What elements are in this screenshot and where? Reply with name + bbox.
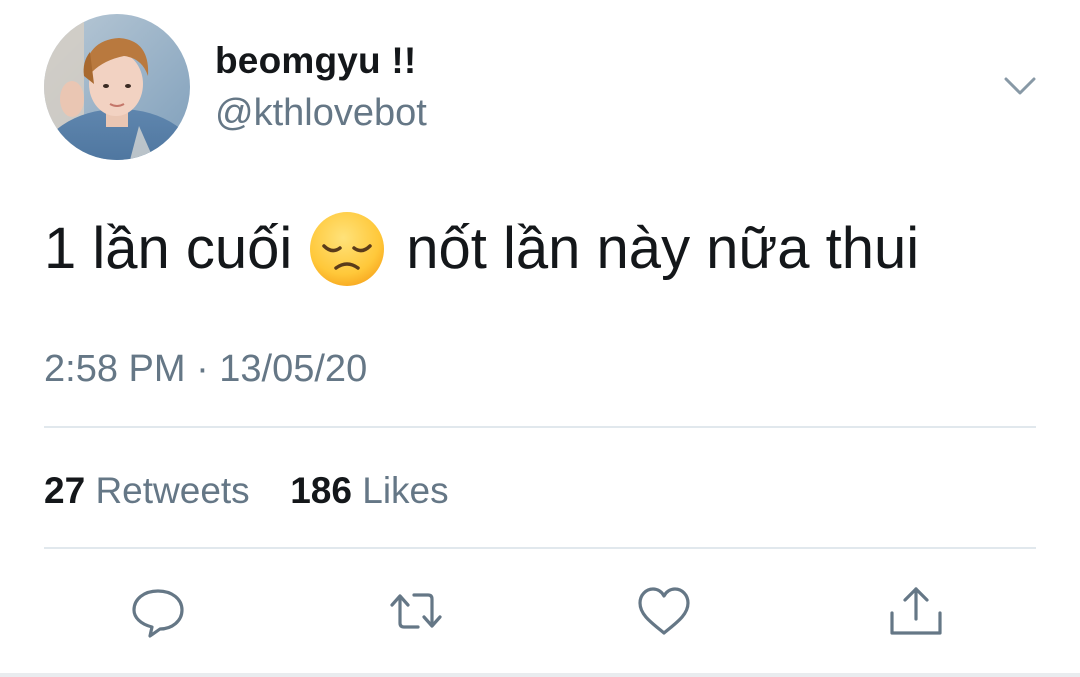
chevron-down-icon[interactable] xyxy=(998,66,1042,106)
likes-label: Likes xyxy=(362,470,449,511)
share-icon[interactable] xyxy=(886,583,946,639)
disappointed-face-icon xyxy=(308,210,386,288)
likes-count: 186 xyxy=(290,470,352,511)
retweet-icon[interactable] xyxy=(386,583,446,639)
heart-icon[interactable] xyxy=(634,583,694,639)
retweets-label: Retweets xyxy=(95,470,250,511)
author-handle[interactable]: @kthlovebot xyxy=(215,92,427,135)
tweet-card: beomgyu !! @kthlovebot 1 lần cuối nốt lầ… xyxy=(0,0,1080,677)
reply-icon[interactable] xyxy=(128,583,188,639)
tweet-text-part-2: nốt lần này nữa thui xyxy=(406,216,920,281)
tweet-text: 1 lần cuối nốt lần này nữa thui xyxy=(44,210,919,288)
tweet-stats: 27 Retweets 186 Likes xyxy=(44,470,449,512)
divider xyxy=(44,426,1036,428)
divider xyxy=(44,547,1036,549)
avatar-photo xyxy=(44,14,190,160)
tweet-text-part-1: 1 lần cuối xyxy=(44,216,293,281)
retweets-stat[interactable]: 27 Retweets xyxy=(44,470,260,511)
avatar[interactable] xyxy=(44,14,190,160)
author-display-name[interactable]: beomgyu !! xyxy=(215,40,416,82)
bottom-border xyxy=(0,673,1080,677)
tweet-timestamp[interactable]: 2:58 PM · 13/05/20 xyxy=(44,348,367,391)
likes-stat[interactable]: 186 Likes xyxy=(290,470,448,511)
retweets-count: 27 xyxy=(44,470,86,511)
